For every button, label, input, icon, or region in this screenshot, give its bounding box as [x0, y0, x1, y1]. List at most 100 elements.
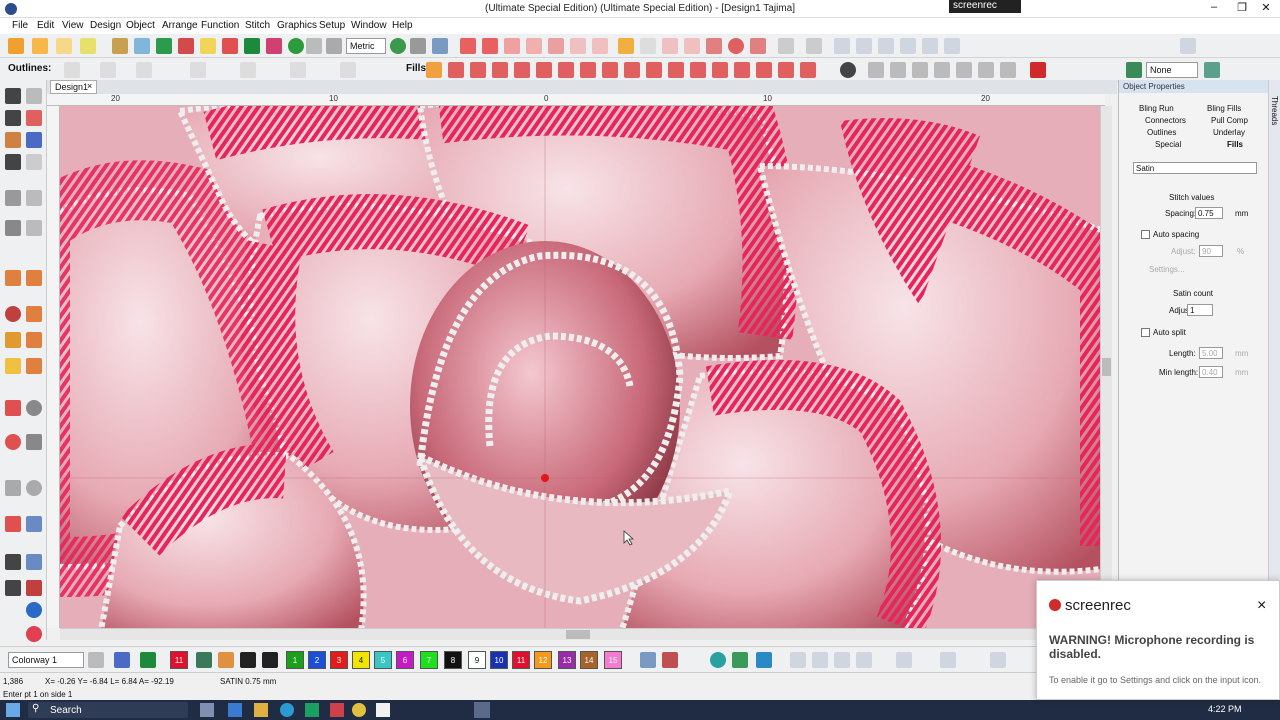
menu-function[interactable]: Function — [201, 20, 239, 31]
array-icon[interactable] — [1180, 38, 1196, 54]
pen-tool-icon[interactable] — [8, 38, 24, 54]
fill-trapunto-icon[interactable] — [778, 62, 794, 78]
color-swatch[interactable]: 12 — [534, 651, 552, 669]
fill-net-icon[interactable] — [668, 62, 684, 78]
measure-icon[interactable] — [390, 38, 406, 54]
knife-icon[interactable] — [5, 132, 21, 148]
tab-bling-fills[interactable]: Bling Fills — [1207, 104, 1241, 113]
eyedropper-icon[interactable] — [196, 652, 212, 668]
picture-icon[interactable] — [134, 38, 150, 54]
outline-motif-icon[interactable] — [290, 62, 306, 78]
travel-icon[interactable] — [940, 652, 956, 668]
grid-settings-icon[interactable] — [326, 38, 342, 54]
move-icon[interactable] — [878, 38, 894, 54]
menu-object[interactable]: Object — [126, 20, 155, 31]
min-length-input[interactable]: 0.40 — [1199, 366, 1223, 378]
freehand-icon[interactable] — [56, 38, 72, 54]
remove-color-icon[interactable] — [262, 652, 278, 668]
slow-redraw-icon[interactable] — [26, 626, 42, 642]
distribute-icon[interactable] — [922, 38, 938, 54]
lettering-icon[interactable] — [5, 400, 21, 416]
chrome-icon[interactable] — [352, 703, 366, 717]
redraw-icon[interactable] — [410, 38, 426, 54]
stitch-tool-11-icon[interactable] — [684, 38, 700, 54]
color-swatch[interactable]: 14 — [580, 651, 598, 669]
fill-sequin-icon[interactable] — [690, 62, 706, 78]
vertical-scrollbar-thumb[interactable] — [1102, 358, 1111, 376]
menu-graphics[interactable]: Graphics — [277, 20, 317, 31]
sequence-last-icon[interactable] — [856, 652, 872, 668]
applique-icon[interactable] — [5, 434, 21, 450]
tab-underlay[interactable]: Underlay — [1213, 128, 1245, 137]
color-list-icon[interactable] — [88, 652, 104, 668]
mirror-icon[interactable] — [834, 38, 850, 54]
travel-fast-icon[interactable] — [990, 652, 1006, 668]
tab-design1[interactable]: Design1 × — [50, 80, 97, 94]
tab-bling-run[interactable]: Bling Run — [1139, 104, 1174, 113]
units-select[interactable]: Metric — [346, 38, 386, 54]
fill-satin-icon[interactable] — [426, 62, 442, 78]
polyline-select-icon[interactable] — [5, 110, 21, 126]
auto-start-icon[interactable] — [5, 554, 21, 570]
stitch-tool-12-icon[interactable] — [706, 38, 722, 54]
complex-fill-icon[interactable] — [5, 358, 21, 374]
shirt-icon[interactable] — [244, 38, 260, 54]
fill-radial-icon[interactable] — [558, 62, 574, 78]
stitch-tool-6-icon[interactable] — [570, 38, 586, 54]
team-names-icon[interactable] — [26, 434, 42, 450]
stitch-tool-4-icon[interactable] — [526, 38, 542, 54]
rectangle-tool-icon[interactable] — [5, 480, 21, 496]
density-icon[interactable] — [26, 154, 42, 170]
fill-emboss-icon[interactable] — [712, 62, 728, 78]
tag-icon[interactable] — [266, 38, 282, 54]
ellipse-tool-icon[interactable] — [26, 480, 42, 496]
flip-icon[interactable] — [856, 38, 872, 54]
start-icon[interactable] — [6, 703, 20, 717]
add-color-icon[interactable] — [240, 652, 256, 668]
hoop-icon[interactable] — [288, 38, 304, 54]
tab-fills[interactable]: Fills — [1227, 140, 1243, 149]
run-tool-icon[interactable] — [5, 220, 21, 236]
color-grid-icon[interactable] — [114, 652, 130, 668]
column-a-icon[interactable] — [26, 306, 42, 322]
menu-window[interactable]: Window — [351, 20, 387, 31]
trim-icon[interactable] — [26, 516, 42, 532]
grid-icon[interactable] — [306, 38, 322, 54]
star-icon[interactable] — [200, 38, 216, 54]
menu-setup[interactable]: Setup — [319, 20, 345, 31]
spacing-icon[interactable] — [26, 190, 42, 206]
break-apart-icon[interactable] — [5, 516, 21, 532]
color-swatch[interactable]: 3 — [330, 651, 348, 669]
undo-travel-icon[interactable] — [896, 652, 912, 668]
adjust-input[interactable]: 90 — [1199, 245, 1223, 257]
task-view-icon[interactable] — [200, 703, 214, 717]
color-apply-icon[interactable] — [218, 652, 234, 668]
tab-outlines[interactable]: Outlines — [1147, 128, 1176, 137]
menu-design[interactable]: Design — [90, 20, 121, 31]
none-select[interactable]: None — [1146, 62, 1198, 78]
stitch-tool-7-icon[interactable] — [592, 38, 608, 54]
column-b-icon[interactable] — [5, 332, 21, 348]
fill-star-icon[interactable] — [624, 62, 640, 78]
hand-icon[interactable] — [112, 38, 128, 54]
vertical-scrollbar[interactable] — [1100, 106, 1112, 628]
fill-wave-icon[interactable] — [492, 62, 508, 78]
settings-button[interactable]: Settings... — [1149, 265, 1185, 274]
fill-stipple-icon[interactable] — [646, 62, 662, 78]
explorer-icon[interactable] — [254, 703, 268, 717]
horizontal-scrollbar[interactable] — [60, 628, 1100, 640]
shape-tool-3-icon[interactable] — [912, 62, 928, 78]
fill-tatami-icon[interactable] — [448, 62, 464, 78]
color-swatch[interactable]: 4 — [352, 651, 370, 669]
thread-chart-icon[interactable] — [640, 652, 656, 668]
threads-side-tab[interactable]: Threads — [1268, 80, 1280, 640]
shape-tool-2-icon[interactable] — [890, 62, 906, 78]
select-arrow-icon[interactable] — [5, 88, 21, 104]
shape-tool-7-icon[interactable] — [1000, 62, 1016, 78]
toast-close-icon[interactable]: × — [1257, 597, 1266, 615]
color-fill-icon[interactable] — [1030, 62, 1046, 78]
sequence-first-icon[interactable] — [790, 652, 806, 668]
connector-icon[interactable] — [26, 554, 42, 570]
color-swatch[interactable]: 10 — [490, 651, 508, 669]
shape-tool-1-icon[interactable] — [868, 62, 884, 78]
